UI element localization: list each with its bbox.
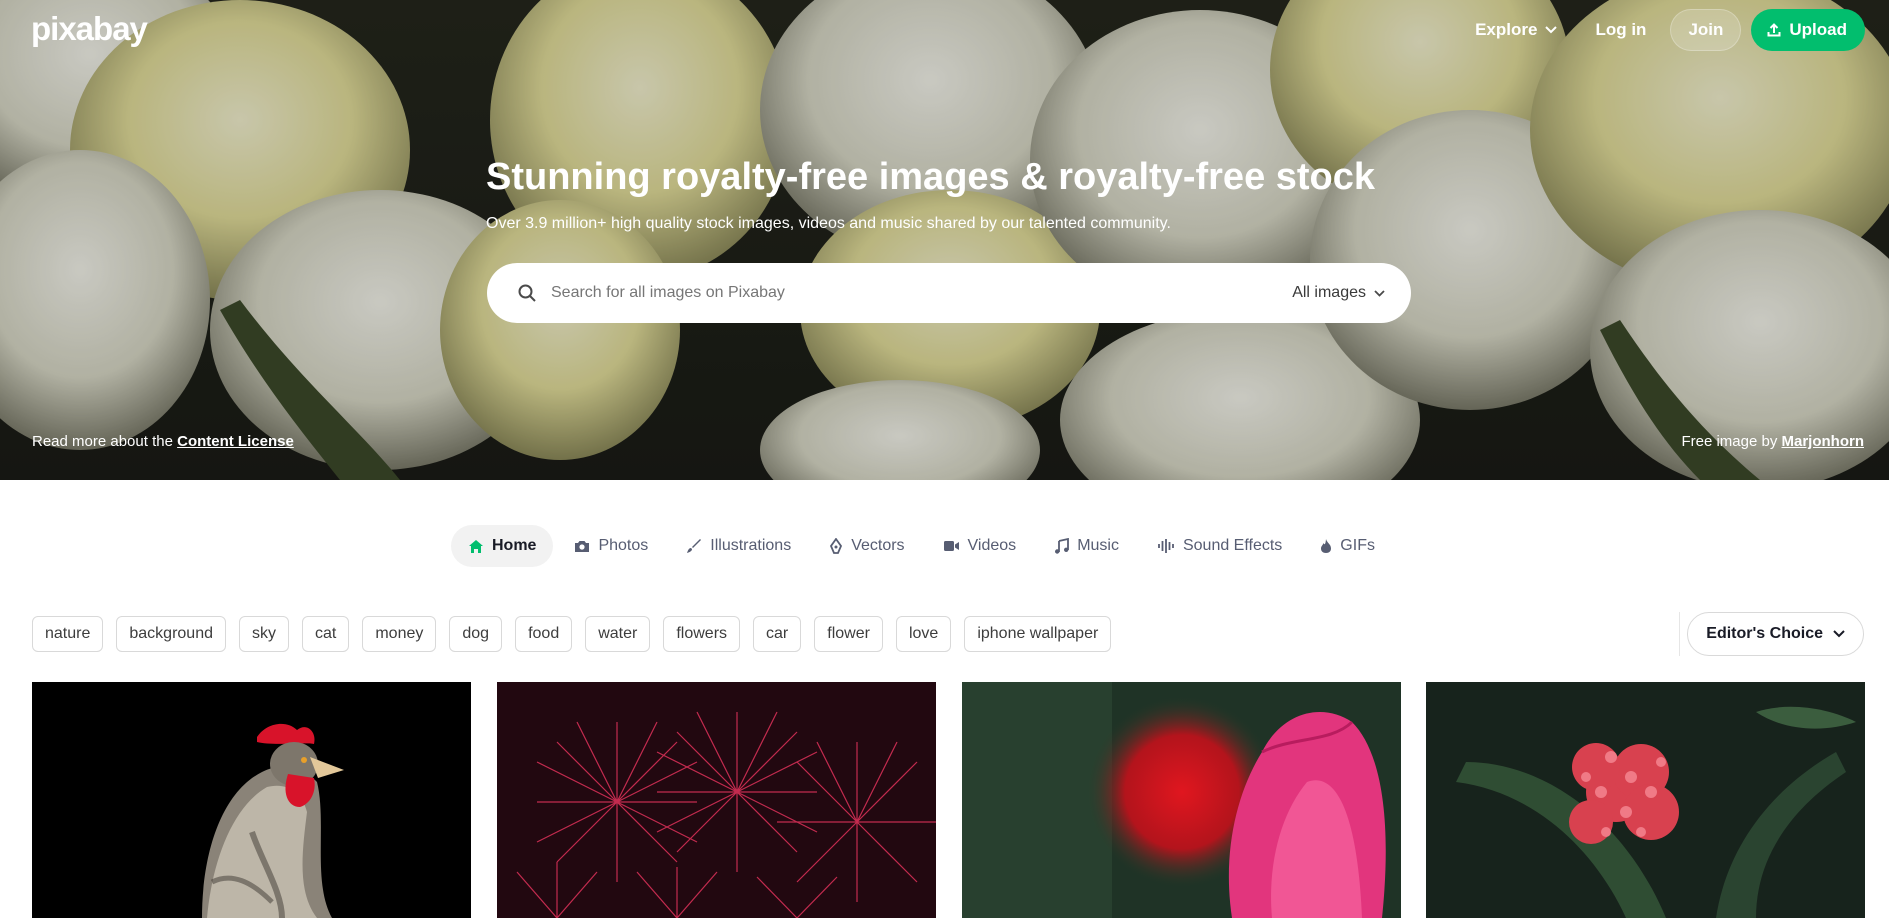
hero-overlay [0, 0, 1889, 480]
tab-home[interactable]: Home [451, 525, 554, 567]
tab-label: Vectors [851, 537, 905, 554]
tab-label: Home [492, 537, 537, 554]
hero-subtitle: Over 3.9 million+ high quality stock ima… [486, 215, 1171, 232]
tag-chip[interactable]: food [515, 616, 573, 652]
tab-label: Videos [967, 537, 1017, 554]
tab-music[interactable]: Music [1037, 525, 1136, 567]
upload-label: Upload [1789, 20, 1847, 39]
license-note: Read more about the Content License [32, 433, 294, 450]
tab-photos[interactable]: Photos [557, 525, 665, 567]
toolbar-divider [1679, 612, 1680, 656]
upload-button[interactable]: Upload [1751, 9, 1865, 51]
credit-prefix: Free image by [1681, 433, 1778, 450]
image-card[interactable] [1426, 682, 1865, 918]
chevron-down-icon [1374, 289, 1385, 297]
hero-title: Stunning royalty-free images & royalty-f… [486, 156, 1376, 198]
search-icon[interactable] [517, 283, 537, 303]
sound-wave-icon [1158, 539, 1174, 553]
search-input[interactable] [551, 263, 1251, 323]
chevron-down-icon [1833, 630, 1845, 638]
image-card[interactable] [32, 682, 471, 918]
chevron-down-icon [1545, 26, 1558, 34]
tag-chip[interactable]: car [753, 616, 802, 652]
search-bar: All images [487, 263, 1411, 323]
camera-icon [575, 541, 590, 552]
home-icon [469, 539, 483, 553]
tab-illustrations[interactable]: Illustrations [669, 525, 808, 567]
tab-label: Music [1077, 537, 1119, 554]
license-prefix: Read more about the [32, 433, 173, 450]
nav-actions: Explore Log in Join Upload [1461, 9, 1865, 51]
explore-menu[interactable]: Explore [1461, 10, 1571, 50]
tag-chip[interactable]: money [362, 616, 437, 652]
tag-chip[interactable]: iphone wallpaper [964, 616, 1112, 652]
tag-chip[interactable]: sky [239, 616, 289, 652]
top-navigation: pixabay Explore Log in Join Upload [0, 0, 1889, 62]
tag-chip[interactable]: dog [449, 616, 503, 652]
explore-label: Explore [1475, 20, 1538, 39]
credit-author-link[interactable]: Marjonhorn [1782, 433, 1865, 450]
tag-chip[interactable]: cat [302, 616, 350, 652]
upload-icon [1767, 23, 1781, 37]
tab-label: GIFs [1340, 537, 1375, 554]
music-note-icon [1055, 538, 1070, 554]
popular-tags: nature background sky cat money dog food… [32, 616, 1112, 652]
tag-chip[interactable]: flower [814, 616, 883, 652]
pixabay-logo[interactable]: pixabay [31, 10, 148, 48]
content-license-link[interactable]: Content License [177, 433, 294, 450]
image-card[interactable] [962, 682, 1401, 918]
media-type-tabs: Home Photos Illustrations Vectors Videos… [451, 525, 1392, 567]
tab-label: Sound Effects [1182, 537, 1283, 554]
tab-gifs[interactable]: GIFs [1303, 525, 1392, 567]
tab-label: Illustrations [710, 537, 792, 554]
sort-label: Editor's Choice [1706, 625, 1823, 642]
tag-chip[interactable]: background [116, 616, 226, 652]
search-type-dropdown[interactable]: All images [1292, 263, 1385, 323]
flame-icon [1321, 539, 1332, 553]
image-card[interactable] [497, 682, 936, 918]
pen-nib-icon [830, 538, 843, 554]
tab-sound-effects[interactable]: Sound Effects [1140, 525, 1299, 567]
login-link[interactable]: Log in [1581, 10, 1660, 50]
tag-chip[interactable]: nature [32, 616, 104, 652]
search-type-label: All images [1292, 284, 1366, 301]
tab-vectors[interactable]: Vectors [812, 525, 921, 567]
join-button[interactable]: Join [1670, 9, 1742, 51]
hero-banner: pixabay Explore Log in Join Upload Stunn… [0, 0, 1889, 480]
tag-chip[interactable]: love [895, 616, 952, 652]
tab-label: Photos [598, 537, 649, 554]
video-camera-icon [943, 541, 959, 551]
tag-chip[interactable]: flowers [663, 616, 741, 652]
sort-dropdown[interactable]: Editor's Choice [1687, 612, 1864, 656]
brush-icon [687, 539, 702, 553]
tag-chip[interactable]: water [585, 616, 651, 652]
image-credit: Free image by Marjonhorn [1681, 433, 1864, 450]
tab-videos[interactable]: Videos [926, 525, 1034, 567]
